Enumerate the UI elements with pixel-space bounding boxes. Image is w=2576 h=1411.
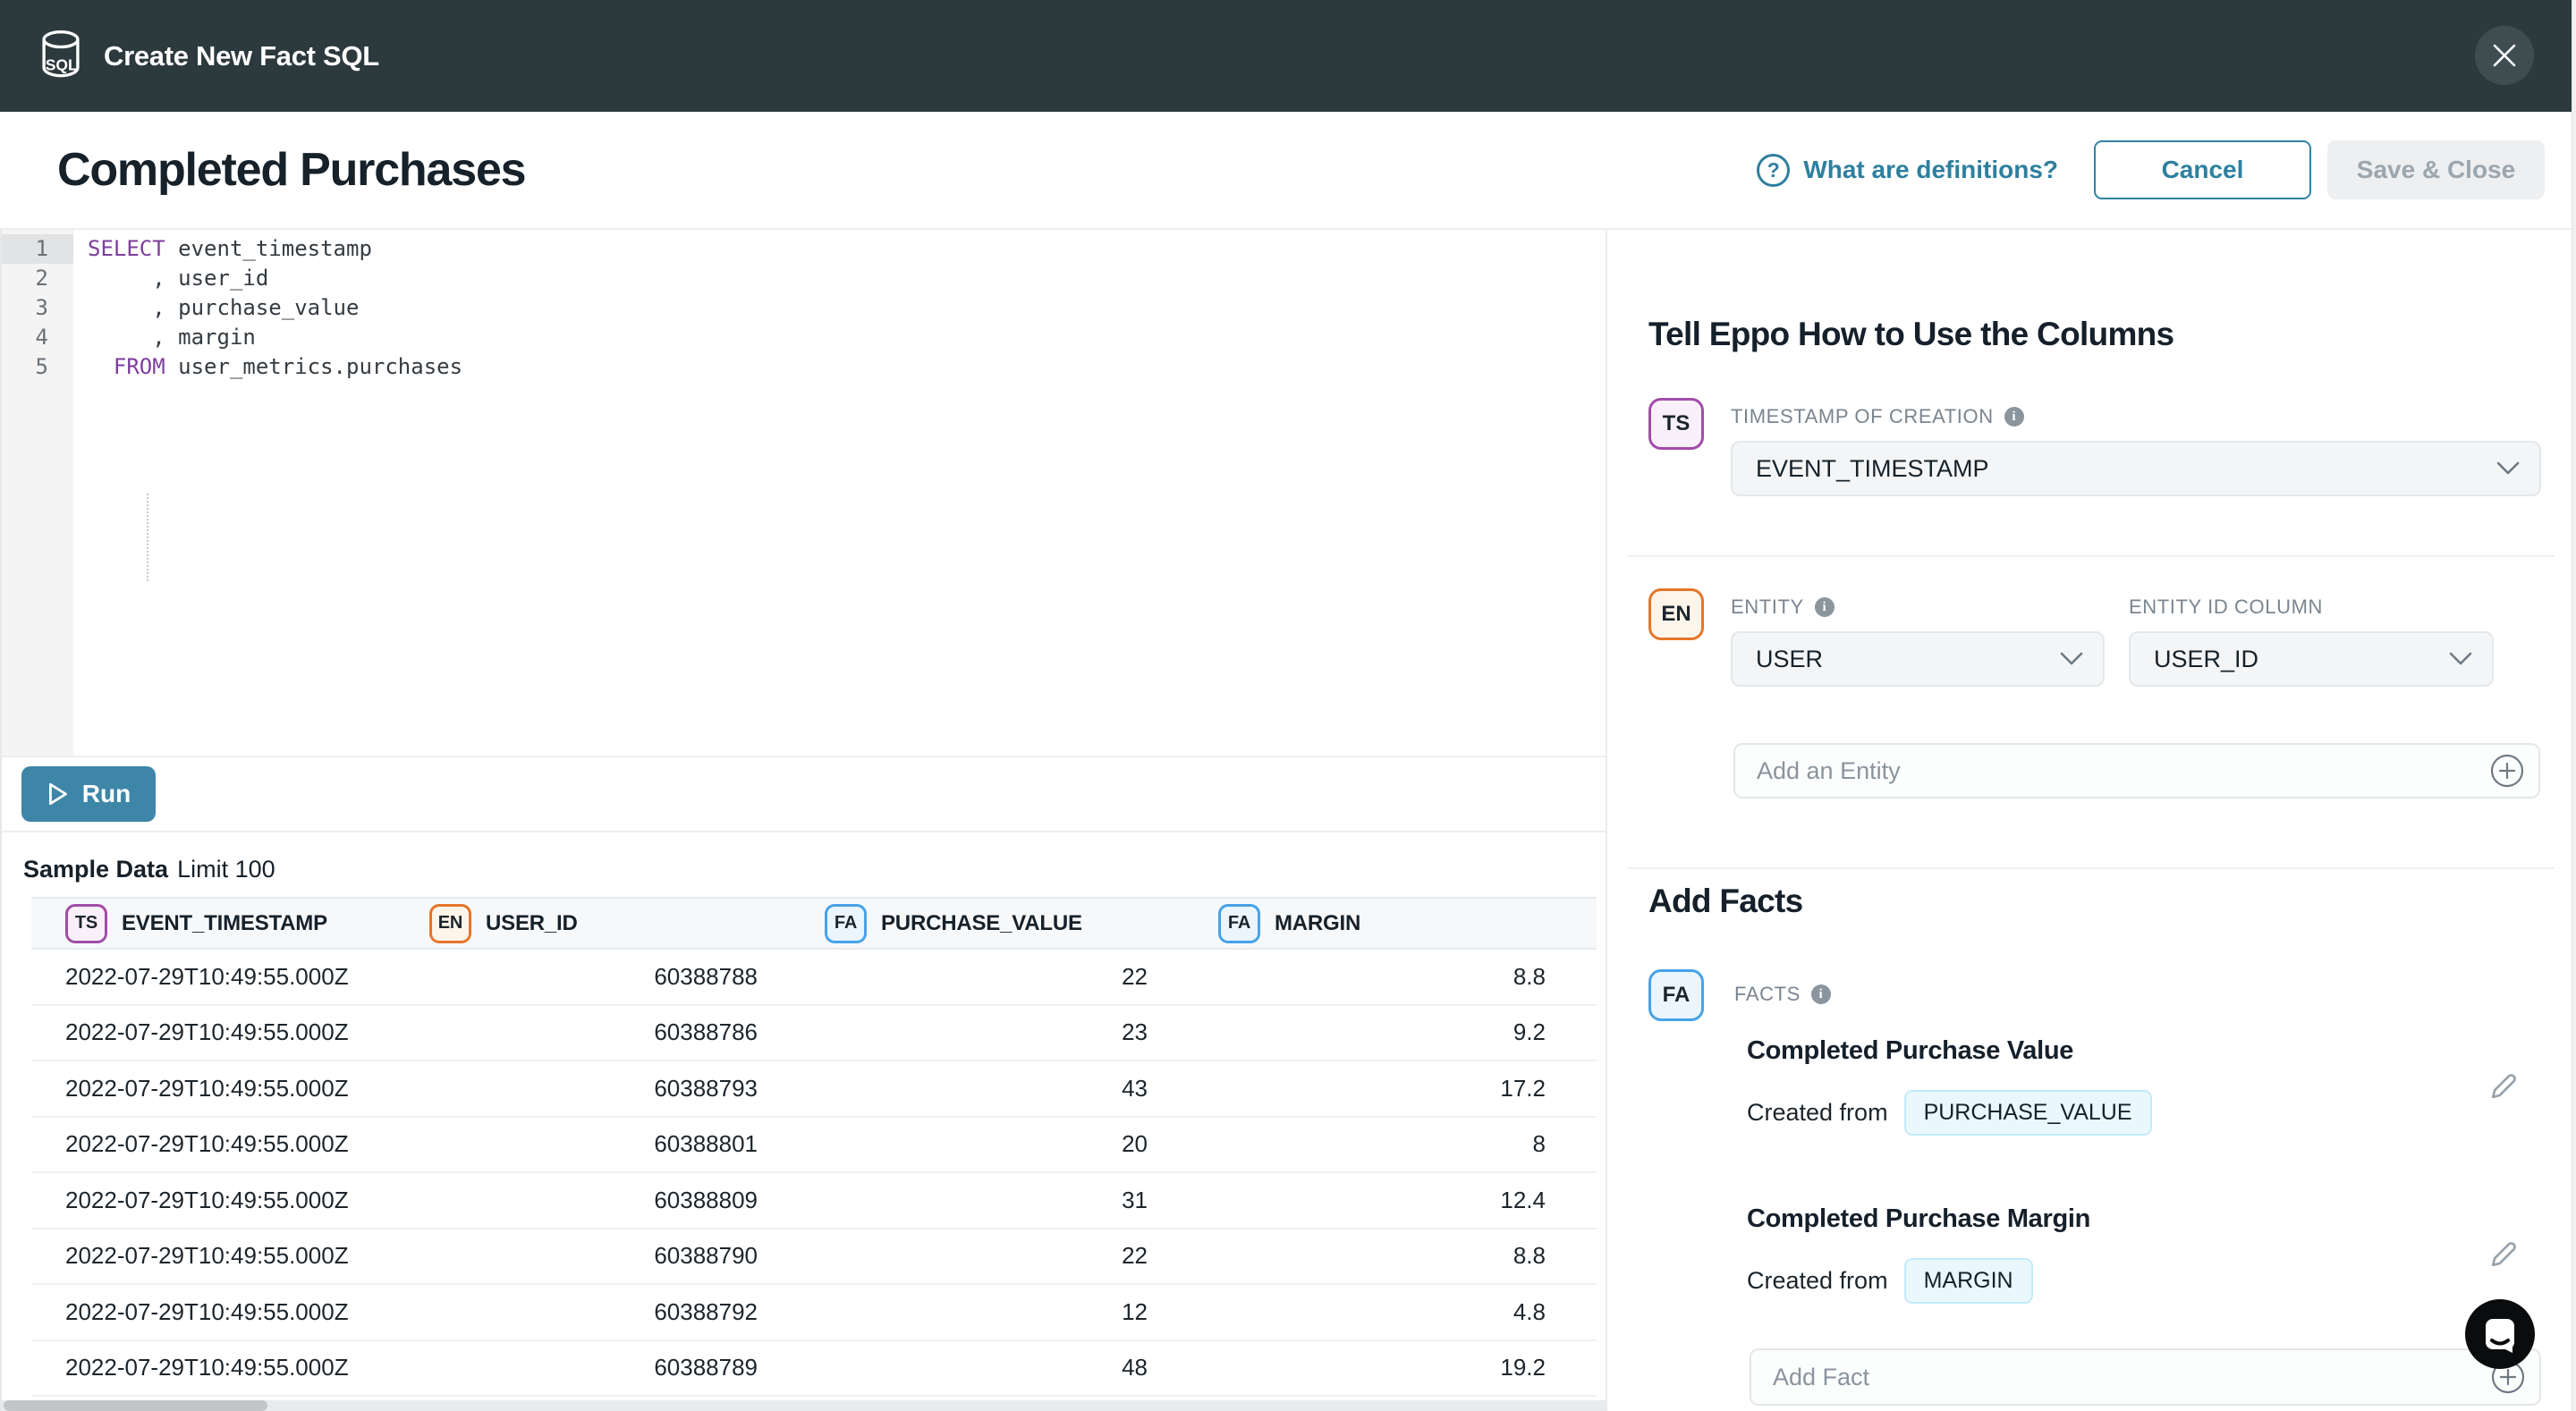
line-number: 2 [35,266,48,291]
page-header: Completed Purchases ? What are definitio… [0,112,2572,230]
fact-column-chip: MARGIN [1903,1258,2033,1304]
line-number: 1 [2,234,73,264]
created-from-label: Created from [1747,1099,1888,1126]
edit-fact-button[interactable] [2486,1237,2521,1272]
fact-column-chip: PURCHASE_VALUE [1903,1090,2152,1136]
vertical-scrollbar[interactable] [2572,0,2576,1411]
chevron-down-icon [2060,652,2083,665]
entity-badge: EN [1648,588,1704,640]
facts-label: FACTS [1734,983,1801,1005]
line-number: 4 [35,325,48,350]
table-row: 2022-07-29T10:49:55.000Z 60388788 22 8.8 [31,950,1597,1006]
table-row: 2022-07-29T10:49:55.000Z 60388786 23 9.2 [31,1006,1597,1061]
info-icon[interactable]: i [2004,407,2024,427]
sample-data-table: TS EVENT_TIMESTAMP EN USER_ID FA PURCHAS… [31,897,1597,1397]
timestamp-label: TIMESTAMP OF CREATION [1731,405,1994,427]
play-icon [48,782,67,806]
help-link-label: What are definitions? [1803,156,2058,183]
section-divider [1628,867,2555,869]
column-header: USER_ID [486,910,578,935]
line-number: 3 [35,295,48,320]
entity-badge: EN [429,903,471,943]
run-toolbar: Run [2,756,1606,832]
question-icon: ? [1757,153,1791,187]
close-icon [2493,44,2516,67]
table-row: 2022-07-29T10:49:55.000Z 60388790 22 8.8 [31,1229,1597,1285]
sample-data-label: Sample Data Limit 100 [23,856,275,883]
save-close-button[interactable]: Save & Close [2327,140,2545,199]
timestamp-select[interactable]: EVENT_TIMESTAMP [1731,441,2541,496]
chevron-down-icon [2449,652,2472,665]
modal-title: Create New Fact SQL [104,39,379,72]
table-header: TS EVENT_TIMESTAMP EN USER_ID FA PURCHAS… [31,897,1597,950]
close-button[interactable] [2475,26,2534,85]
add-entity-input[interactable] [1733,743,2540,798]
indent-guide [147,494,148,581]
fact-badge: FA [825,903,867,943]
info-icon[interactable]: i [1814,597,1835,617]
fact-title: Completed Purchase Value [1747,1036,2074,1065]
cancel-button[interactable]: Cancel [2094,140,2311,199]
sql-database-icon: SQL [42,30,80,77]
column-header: PURCHASE_VALUE [881,910,1082,935]
run-button[interactable]: Run [21,766,156,822]
fact-badge: FA [1648,969,1704,1021]
add-facts-heading: Add Facts [1648,883,1803,919]
sql-editor[interactable]: 1 2 3 4 5 SELECT event_timestamp , user_… [2,230,1606,756]
entity-label: ENTITY [1731,596,1804,618]
timestamp-badge: TS [1648,398,1704,450]
entity-id-column-label: ENTITY ID COLUMN [2129,596,2323,618]
section-divider [1628,555,2555,557]
sample-table-body: 2022-07-29T10:49:55.000Z 60388788 22 8.8 20… [31,950,1597,1397]
created-from-label: Created from [1747,1267,1888,1294]
fact-title: Completed Purchase Margin [1747,1204,2091,1233]
fact-badge: FA [1218,903,1260,943]
entity-select[interactable]: USER [1731,631,2105,687]
column-header: MARGIN [1275,910,1361,935]
modal-header: SQL Create New Fact SQL [0,0,2572,112]
definitions-help-link[interactable]: ? What are definitions? [1757,153,2058,187]
horizontal-scrollbar-thumb[interactable] [4,1400,267,1411]
info-icon[interactable]: i [1810,984,1831,1004]
chevron-down-icon [2496,461,2520,475]
chat-launcher-button[interactable] [2465,1299,2535,1369]
page-title: Completed Purchases [57,144,527,196]
add-fact-input[interactable] [1750,1348,2541,1406]
edit-fact-button[interactable] [2486,1069,2521,1104]
entity-id-column-select[interactable]: USER_ID [2129,631,2494,687]
table-row: 2022-07-29T10:49:55.000Z 60388792 12 4.8 [31,1285,1597,1341]
column-config-panel: Tell Eppo How to Use the Columns TS TIME… [1609,230,2572,1411]
chat-bubble-icon [2486,1319,2514,1353]
plus-circle-icon[interactable] [2488,752,2526,790]
table-row: 2022-07-29T10:49:55.000Z 60388793 43 17.2 [31,1061,1597,1118]
timestamp-badge: TS [65,903,107,943]
table-row: 2022-07-29T10:49:55.000Z 60388789 48 19.2 [31,1341,1597,1397]
table-row: 2022-07-29T10:49:55.000Z 60388809 31 12.4 [31,1173,1597,1229]
svg-text:SQL: SQL [46,55,78,73]
table-row: 2022-07-29T10:49:55.000Z 60388801 20 8 [31,1118,1597,1173]
line-number: 5 [35,354,48,379]
sql-code: SELECT event_timestamp , user_id , purch… [88,236,463,379]
column-header: EVENT_TIMESTAMP [122,910,327,935]
horizontal-scrollbar[interactable] [2,1400,1607,1411]
sql-workspace: 1 2 3 4 5 SELECT event_timestamp , user_… [0,230,1607,1411]
editor-gutter: 1 2 3 4 5 [2,230,73,756]
run-button-label: Run [81,780,131,807]
columns-section-heading: Tell Eppo How to Use the Columns [1648,316,2174,352]
